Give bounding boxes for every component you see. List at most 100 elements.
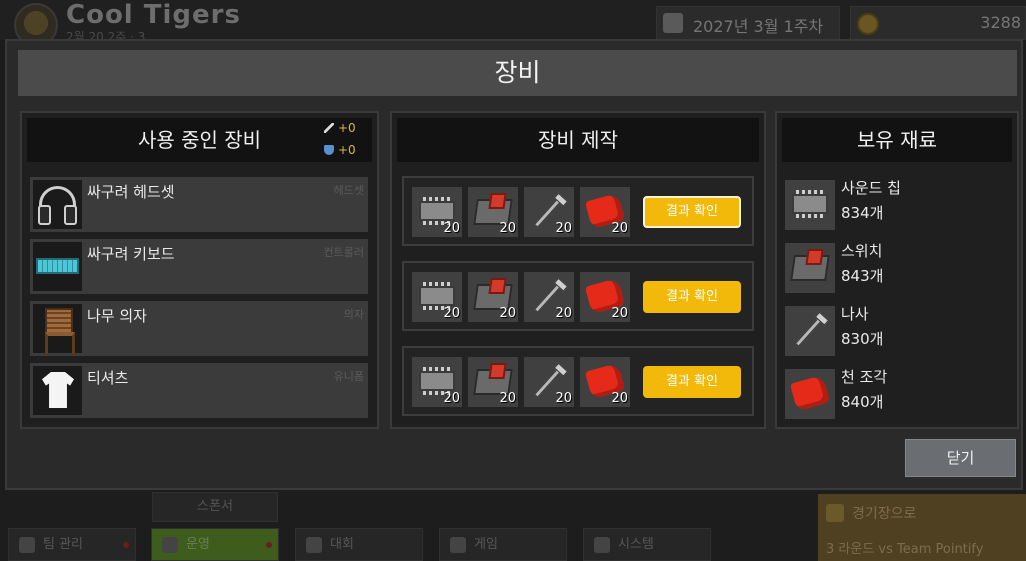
calendar-icon (663, 13, 683, 33)
equipped-item-headset[interactable]: 싸구려 헤드셋 헤드셋 (30, 177, 368, 232)
nav-label: 운영 (186, 537, 210, 552)
sound-chip-icon (419, 282, 455, 310)
equipped-header: 사용 중인 장비 (27, 118, 372, 162)
item-slot: 컨트롤러 (323, 246, 364, 259)
craft-row: 20 20 20 20 결과 확인 (402, 176, 754, 246)
money-display: 3288 (850, 6, 1026, 40)
material-slot: 20 (524, 272, 574, 322)
sound-chip-icon (419, 197, 455, 225)
material-slot: 20 (468, 272, 518, 322)
date-text: 2027년 3월 1주차 (693, 17, 824, 36)
item-thumbnail (33, 304, 82, 354)
item-name: 티셔츠 (87, 369, 129, 387)
switch-icon (790, 255, 830, 281)
equipped-item-uniform[interactable]: 티셔츠 유니폼 (30, 363, 368, 418)
sound-chip-icon (419, 367, 455, 395)
nav-game[interactable]: 게임 (439, 528, 567, 561)
equipped-panel: 사용 중인 장비 +0 +0 싸구려 헤드셋 헤드셋 싸구려 키보드 컨트롤러 … (20, 111, 379, 429)
item-name: 나무 의자 (87, 307, 147, 325)
sword-icon (324, 123, 334, 133)
crafting-panel: 장비 제작 20 20 20 20 결과 확인 20 20 20 20 결과 확… (390, 111, 766, 429)
shield-icon (324, 145, 334, 155)
shield-icon (19, 537, 35, 553)
owned-materials-header: 보유 재료 (782, 118, 1012, 162)
material-name: 사운드 칩 (841, 179, 901, 197)
item-name: 싸구려 헤드셋 (87, 183, 175, 201)
headset-icon (38, 186, 77, 225)
material-slot: 20 (468, 357, 518, 407)
item-thumbnail (33, 242, 82, 291)
material-slot: 20 (580, 357, 630, 407)
stadium-icon (826, 504, 844, 522)
tshirt-icon (42, 372, 74, 408)
material-count: 840개 (841, 393, 884, 411)
nav-label: 게임 (474, 537, 498, 552)
check-result-button[interactable]: 결과 확인 (643, 366, 741, 398)
screw-icon (794, 315, 825, 347)
equipped-item-chair[interactable]: 나무 의자 의자 (30, 301, 368, 356)
equipped-item-keyboard[interactable]: 싸구려 키보드 컨트롤러 (30, 239, 368, 294)
material-slot: 20 (524, 187, 574, 237)
item-thumbnail (33, 366, 82, 415)
crafting-header: 장비 제작 (397, 118, 759, 162)
nav-system[interactable]: 시스템 (583, 528, 711, 561)
go-to-stadium-button[interactable]: 경기장으로 3 라운드 vs Team Pointify (818, 494, 1026, 561)
next-match-label: 3 라운드 vs Team Pointify (826, 542, 984, 557)
material-slot: 20 (412, 272, 462, 322)
check-result-button[interactable]: 결과 확인 (643, 281, 741, 313)
material-count: 20 (499, 221, 516, 236)
nav-tournament[interactable]: 대회 (295, 528, 423, 561)
attack-value: +0 (338, 121, 356, 135)
notification-dot (266, 542, 272, 548)
nav-team-management[interactable]: 팀 관리 (8, 528, 136, 561)
material-slot (785, 180, 835, 230)
money-text: 3288 (980, 13, 1021, 32)
sponsor-button[interactable]: 스폰서 (152, 492, 278, 522)
item-slot: 의자 (343, 308, 364, 321)
top-bar: Cool Tigers 2월 20 2주 · 3 2027년 3월 1주차 32… (0, 0, 1026, 47)
material-slot: 20 (580, 272, 630, 322)
material-slot: 20 (412, 357, 462, 407)
nav-label: 시스템 (618, 537, 654, 552)
attack-stat: +0 (324, 121, 356, 135)
item-thumbnail (33, 180, 82, 229)
material-count: 20 (555, 306, 572, 321)
material-count: 20 (611, 306, 628, 321)
close-button[interactable]: 닫기 (905, 439, 1016, 477)
item-slot: 헤드셋 (333, 184, 364, 197)
material-count: 20 (443, 306, 460, 321)
material-item: 나사 830개 (785, 303, 1013, 359)
material-slot: 20 (412, 187, 462, 237)
material-slot: 20 (468, 187, 518, 237)
gear-icon (594, 537, 610, 553)
material-count: 20 (555, 221, 572, 236)
date-display: 2027년 3월 1주차 (656, 6, 840, 40)
material-name: 스위치 (841, 242, 883, 260)
owned-materials-panel: 보유 재료 사운드 칩 834개 스위치 843개 나사 830개 천 조각 8… (775, 111, 1019, 429)
modal-title: 장비 (18, 50, 1017, 96)
trophy-icon (306, 537, 322, 553)
sound-chip-icon (792, 190, 828, 218)
material-name: 나사 (841, 305, 869, 323)
nav-operations[interactable]: 운영 (151, 528, 279, 561)
check-result-button[interactable]: 결과 확인 (643, 196, 741, 228)
clipboard-icon (162, 537, 178, 553)
coin-icon (857, 13, 879, 35)
material-slot (785, 306, 835, 356)
team-name: Cool Tigers (66, 0, 241, 30)
material-item: 사운드 칩 834개 (785, 177, 1013, 233)
craft-row: 20 20 20 20 결과 확인 (402, 346, 754, 416)
material-slot: 20 (524, 357, 574, 407)
material-item: 스위치 843개 (785, 240, 1013, 296)
material-slot (785, 369, 835, 419)
material-count: 20 (611, 221, 628, 236)
nav-label: 팀 관리 (43, 537, 84, 552)
material-count: 20 (443, 391, 460, 406)
material-count: 20 (555, 391, 572, 406)
material-slot: 20 (580, 187, 630, 237)
material-count: 834개 (841, 204, 884, 222)
material-count: 20 (499, 391, 516, 406)
material-item: 천 조각 840개 (785, 366, 1013, 422)
material-count: 20 (499, 306, 516, 321)
material-slot (785, 243, 835, 293)
